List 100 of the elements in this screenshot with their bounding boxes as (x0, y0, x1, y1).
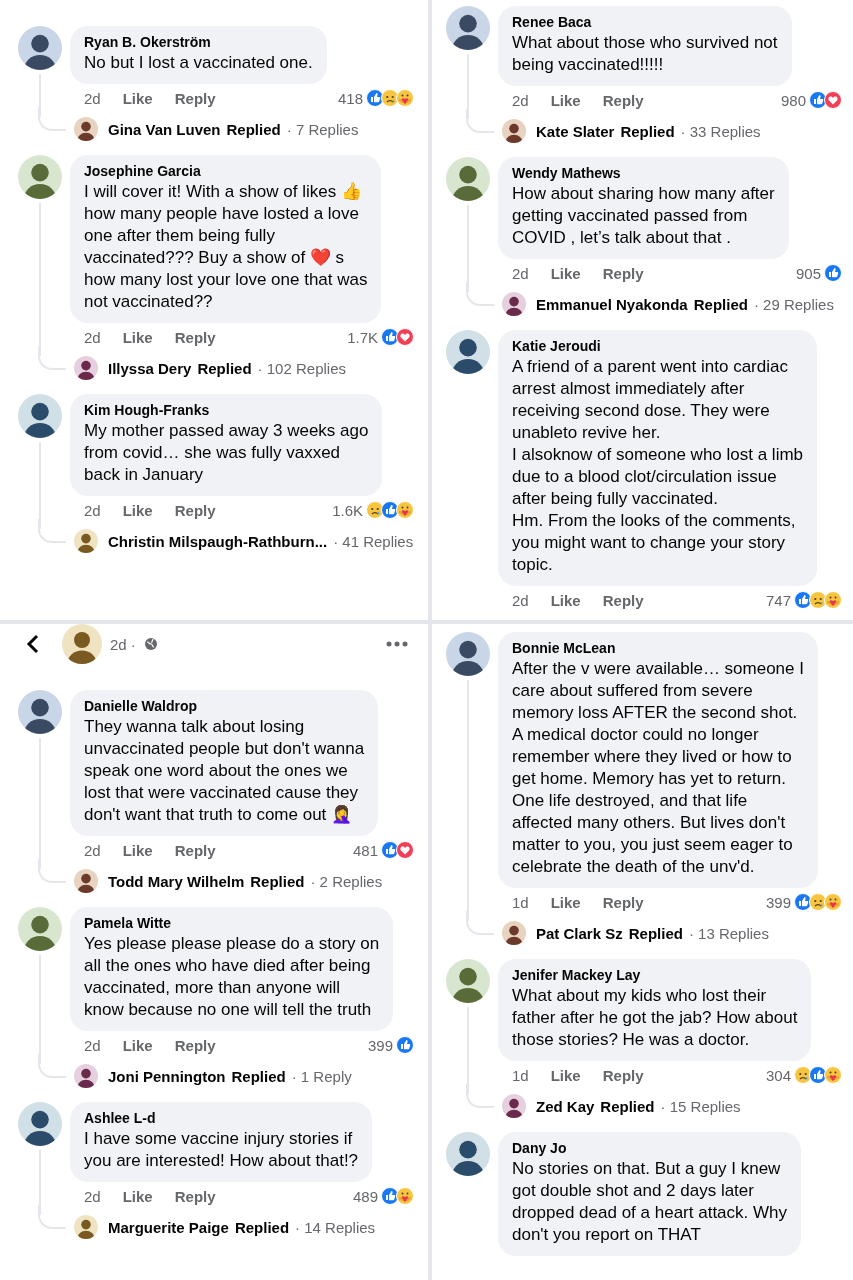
commenter-name[interactable]: Pamela Witte (84, 915, 380, 931)
comment-time[interactable]: 2d (84, 501, 101, 519)
replied-label: Replied (600, 1097, 655, 1115)
replies-link[interactable]: · 102 Replies (257, 359, 346, 377)
like-link[interactable]: Like (550, 91, 581, 109)
reaction-count[interactable]: 304 (765, 1066, 791, 1084)
globe-icon (143, 637, 158, 651)
reaction-count[interactable]: 418 (337, 89, 363, 107)
commenter-name[interactable]: Ashlee L-d (84, 1110, 359, 1126)
replied-label: Replied (628, 924, 683, 942)
back-icon[interactable] (26, 634, 40, 654)
reply-link[interactable]: Reply (174, 89, 216, 107)
commenter-name[interactable]: Wendy Mathews (512, 165, 775, 181)
replier-name[interactable]: Todd Mary Wilhelm (108, 872, 245, 890)
replied-label: Replied (250, 872, 305, 890)
reaction-count[interactable]: 905 (795, 264, 821, 282)
like-link[interactable]: Like (122, 328, 153, 346)
comment-text: What about those who survived not being vaccinated!!!!! (512, 32, 778, 76)
reaction-count[interactable]: 399 (367, 1036, 393, 1054)
reaction-count[interactable]: 747 (765, 591, 791, 609)
replier-name[interactable]: Christin Milspaugh-Rathburn... (108, 532, 328, 550)
replies-link[interactable]: · 33 Replies (680, 122, 761, 140)
reaction-count[interactable]: 399 (765, 893, 791, 911)
replier-name[interactable]: Joni Pennington (108, 1067, 226, 1085)
comment-time[interactable]: 2d (512, 591, 529, 609)
comment-time[interactable]: 1d (512, 1066, 529, 1084)
commenter-name[interactable]: Bonnie McLean (512, 640, 804, 656)
comment-text: What about my kids who lost their father after he got the jab? How about those stories? He was a doctor. (512, 985, 798, 1051)
like-link[interactable]: Like (550, 893, 581, 911)
reply-link[interactable]: Reply (174, 501, 216, 519)
more-icon[interactable] (386, 641, 408, 647)
replies-link[interactable]: · 13 Replies (688, 924, 769, 942)
commenter-name[interactable]: Jenifer Mackey Lay (512, 967, 798, 983)
replier-name[interactable]: Emmanuel Nyakonda (536, 295, 688, 313)
reply-link[interactable]: Reply (174, 841, 216, 859)
comment-time[interactable]: 2d (84, 1036, 101, 1054)
commenter-name[interactable]: Josephine Garcia (84, 163, 368, 179)
commenter-name[interactable]: Danielle Waldrop (84, 698, 365, 714)
replies-link[interactable]: · 1 Reply (291, 1067, 352, 1085)
comment-text: My mother passed away 3 weeks ago from covid… she was fully vaxxed back in January (84, 420, 369, 486)
replied-label: Replied (231, 1067, 286, 1085)
replied-label: Replied (234, 1218, 290, 1236)
reply-link[interactable]: Reply (602, 591, 644, 609)
reaction-count[interactable]: 489 (352, 1187, 378, 1205)
comment-time[interactable]: 2d (84, 841, 101, 859)
reaction-count[interactable]: 980 (780, 91, 806, 109)
like-link[interactable]: Like (550, 1066, 581, 1084)
comment-time[interactable]: 2d (84, 1187, 101, 1205)
replier-name[interactable]: Kate Slater (536, 122, 615, 140)
comment-time[interactable]: 1d (512, 893, 529, 911)
commenter-name[interactable]: Katie Jeroudi (512, 338, 804, 354)
replies-link[interactable]: · 2 Replies (310, 872, 383, 890)
like-link[interactable]: Like (122, 1187, 153, 1205)
comment-time[interactable]: 2d (512, 91, 529, 109)
comment-time[interactable]: 2d (84, 89, 101, 107)
reply-link[interactable]: Reply (174, 328, 216, 346)
like-link[interactable]: Like (122, 501, 153, 519)
reply-link[interactable]: Reply (174, 1036, 216, 1054)
commenter-name[interactable]: Dany Jo (512, 1140, 787, 1156)
reaction-count[interactable]: 1.6K (332, 501, 363, 519)
comment-text: No stories on that. But a guy I knew got double shot and 2 days later dropped dead of a heart attack. Why don't you report on THAT (512, 1158, 787, 1246)
replied-label: Replied (620, 122, 675, 140)
reply-link[interactable]: Reply (602, 893, 644, 911)
replies-link[interactable]: · 7 Replies (286, 120, 359, 138)
replies-link[interactable]: · 15 Replies (660, 1097, 741, 1115)
comment-text: I have some vaccine injury stories if you are interested! How about that!? (84, 1128, 359, 1172)
replied-label: Replied (197, 359, 252, 377)
comment-text: No but I lost a vaccinated one. (84, 52, 313, 74)
comment-time[interactable]: 2d (512, 264, 529, 282)
replies-link[interactable]: · 14 Replies (295, 1218, 376, 1236)
reply-link[interactable]: Reply (174, 1187, 216, 1205)
replier-name[interactable]: Pat Clark Sz (536, 924, 623, 942)
replier-name[interactable]: Marguerite Paige (108, 1218, 229, 1236)
reaction-count[interactable]: 1.7K (347, 328, 378, 346)
commenter-name[interactable]: Renee Baca (512, 14, 778, 30)
replier-name[interactable]: Gina Van Luven (108, 120, 221, 138)
like-link[interactable]: Like (122, 89, 153, 107)
comment-text: A friend of a parent went into cardiac arrest almost immediately after receiving second dose. They were unableto revive her. I alsoknow of someone who lost a limb due to a blood clot/circulation issue after being fully vaccinated. Hm. From the looks of the comments, you might want to change your story topic. (512, 356, 804, 576)
reply-link[interactable]: Reply (602, 1066, 644, 1084)
reaction-count[interactable]: 481 (352, 841, 378, 859)
commenter-name[interactable]: Ryan B. Okerström (84, 34, 313, 50)
like-link[interactable]: Like (550, 264, 581, 282)
replier-name[interactable]: Illyssa Dery (108, 359, 192, 377)
replies-link[interactable]: · 41 Replies (333, 532, 414, 550)
replied-label: Replied (693, 295, 748, 313)
replier-name[interactable]: Zed Kay (536, 1097, 595, 1115)
comment-text: How about sharing how many after getting vaccinated passed from COVID , let’s talk about that . (512, 183, 775, 249)
post-time: 2d · (110, 635, 136, 653)
comment-text: I will cover it! With a show of likes 👍 how many people have losted a love one after them being fully vaccinated??? Buy a show of ❤ s how many lost your love one that was not vaccinated?? (84, 181, 368, 313)
reply-link[interactable]: Reply (602, 91, 644, 109)
like-link[interactable]: Like (550, 591, 581, 609)
replied-label: Replied (226, 120, 281, 138)
reply-link[interactable]: Reply (602, 264, 644, 282)
replies-link[interactable]: · 29 Replies (753, 295, 834, 313)
like-link[interactable]: Like (122, 841, 153, 859)
comment-text: They wanna talk about losing unvaccinated people but don't wanna speak one word about the ones we lost that were vaccinated cause they don't want that truth to come out 🤦‍♀ (84, 716, 365, 826)
comment-text: Yes please please please do a story on all the ones who have died after being vaccinated, more than anyone will know because no one will tell the truth (84, 933, 380, 1021)
commenter-name[interactable]: Kim Hough-Franks (84, 402, 369, 418)
like-link[interactable]: Like (122, 1036, 153, 1054)
comment-time[interactable]: 2d (84, 328, 101, 346)
